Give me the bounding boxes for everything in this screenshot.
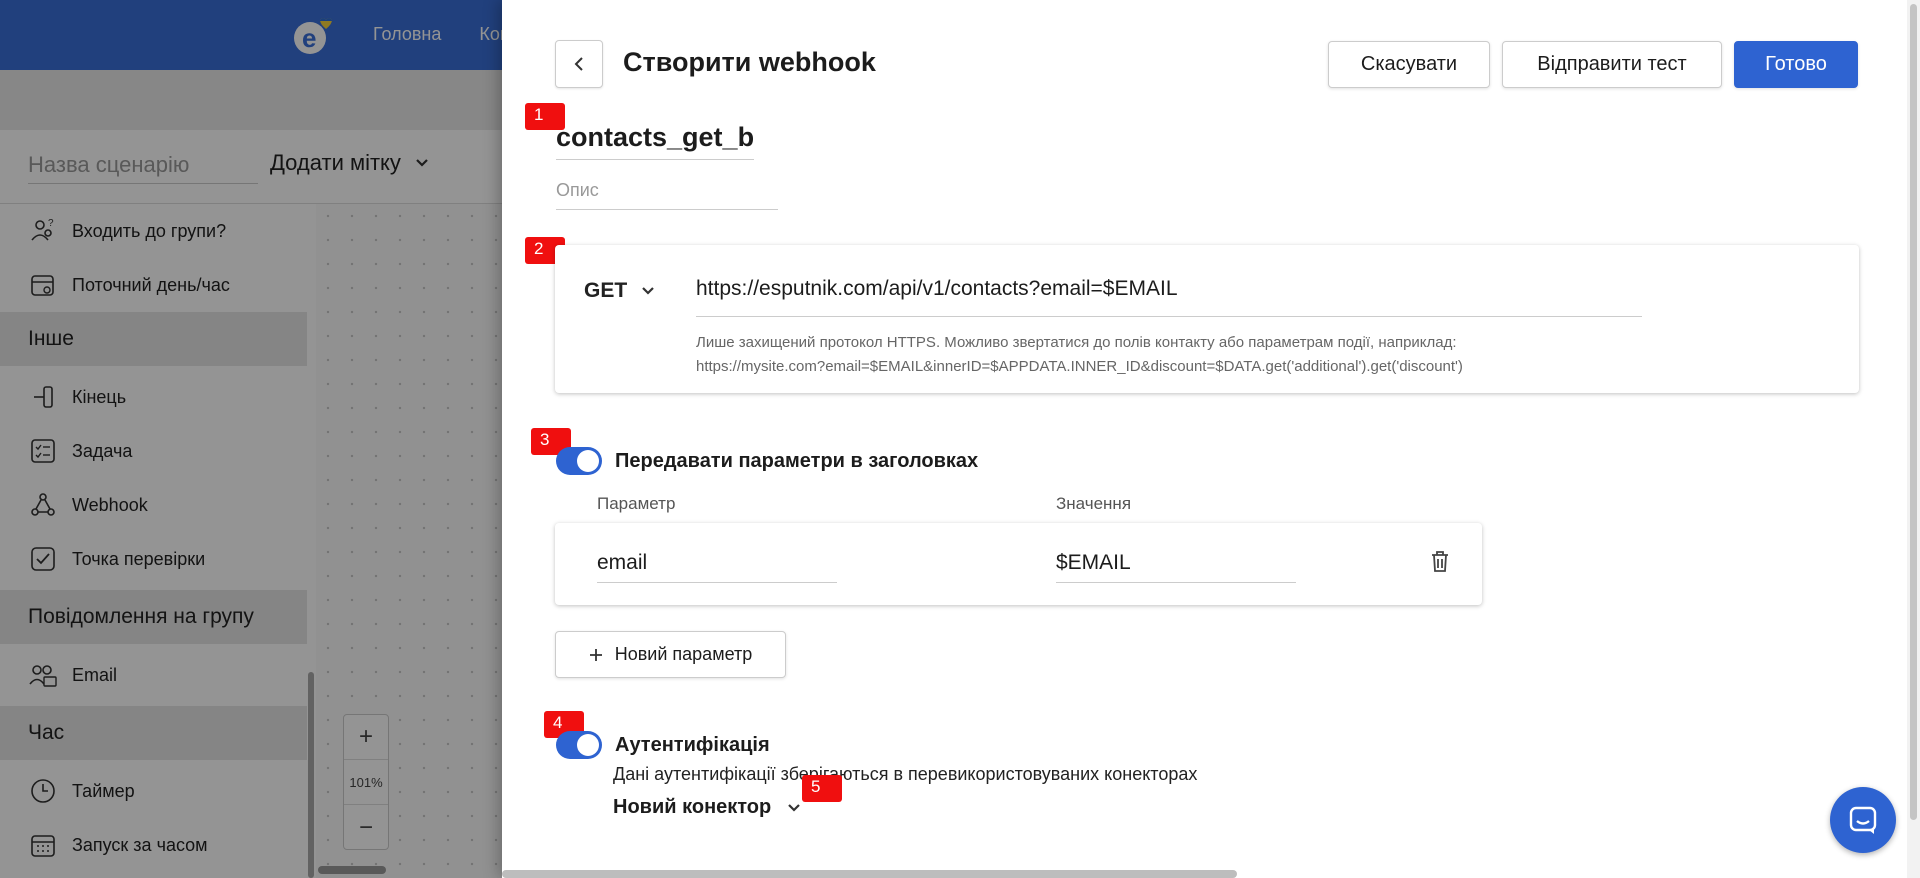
- drawer-vertical-scrollbar[interactable]: [1910, 4, 1917, 820]
- drawer-horizontal-scrollbar[interactable]: [502, 870, 1237, 878]
- connector-select[interactable]: Новий конектор: [613, 796, 801, 819]
- request-url-card: GET https://esputnik.com/api/v1/contacts…: [555, 245, 1859, 393]
- send-test-button[interactable]: Відправити тест: [1502, 41, 1722, 88]
- http-method-value: GET: [584, 279, 628, 302]
- annotation-marker-5: 5: [802, 775, 842, 802]
- cancel-button[interactable]: Скасувати: [1328, 41, 1490, 88]
- plus-icon: [589, 648, 602, 661]
- param-column-header: Параметр: [597, 494, 676, 513]
- description-field[interactable]: Опис: [556, 180, 778, 210]
- chat-support-button[interactable]: [1830, 787, 1896, 853]
- modal-backdrop[interactable]: [0, 0, 502, 878]
- back-button[interactable]: [555, 40, 603, 88]
- page-title: Створити webhook: [623, 47, 876, 77]
- headers-params-label: Передавати параметри в заголовках: [615, 450, 979, 472]
- param-value-input[interactable]: $EMAIL: [1056, 551, 1296, 583]
- headers-params-toggle[interactable]: [556, 447, 602, 475]
- url-input[interactable]: https://esputnik.com/api/v1/contacts?ema…: [696, 277, 1642, 317]
- chevron-down-icon: [788, 803, 801, 812]
- url-hint-line-1: Лише захищений протокол HTTPS. Можливо з…: [696, 334, 1457, 351]
- url-hint-line-2: https://mysite.com?email=$EMAIL&innerID=…: [696, 358, 1463, 375]
- param-row: email $EMAIL: [555, 523, 1482, 605]
- trash-icon[interactable]: [1426, 547, 1454, 575]
- authentication-toggle[interactable]: [556, 731, 602, 759]
- chat-icon: [1849, 806, 1877, 834]
- value-column-header: Значення: [1056, 494, 1132, 513]
- webhook-name-field[interactable]: contacts_get_b: [556, 122, 755, 160]
- done-button[interactable]: Готово: [1734, 41, 1858, 88]
- authentication-label: Аутентифікація: [615, 734, 770, 756]
- url-hint: Лише захищений протокол HTTPS. Можливо з…: [696, 331, 1463, 379]
- chevron-down-icon: [642, 287, 654, 295]
- create-webhook-drawer: Створити webhook Скасувати Відправити те…: [502, 0, 1920, 878]
- chevron-left-icon: [574, 57, 583, 71]
- param-name-input[interactable]: email: [597, 551, 837, 583]
- authentication-note: Дані аутентифікації зберігаються в перев…: [613, 764, 1198, 784]
- connector-label: Новий конектор: [613, 796, 772, 818]
- http-method-select[interactable]: GET: [584, 279, 655, 303]
- add-param-button[interactable]: Новий параметр: [555, 631, 786, 678]
- add-param-label: Новий параметр: [614, 644, 753, 664]
